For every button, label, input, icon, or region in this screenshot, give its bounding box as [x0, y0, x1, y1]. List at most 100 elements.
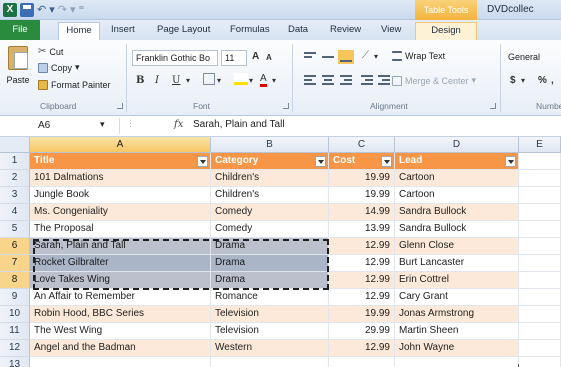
increase-indent-icon[interactable] [378, 75, 390, 85]
align-top-icon[interactable] [304, 52, 316, 62]
table-cell[interactable]: 12.99 [329, 238, 395, 255]
fill-color-icon[interactable] [234, 73, 248, 85]
empty-cell[interactable] [519, 323, 561, 340]
font-name-select[interactable]: Franklin Gothic Bo [132, 50, 218, 66]
currency-dropdown-icon[interactable]: ▾ [521, 76, 525, 85]
table-cell[interactable]: Television [211, 306, 329, 323]
table-cell[interactable]: Children's [211, 187, 329, 204]
table-cell[interactable]: Martin Sheen [395, 323, 519, 340]
align-left-icon[interactable] [304, 75, 316, 85]
empty-cell[interactable] [519, 306, 561, 323]
merge-center-button[interactable]: Merge & Center ▾ [392, 75, 476, 86]
decrease-indent-icon[interactable] [361, 75, 373, 85]
empty-cell[interactable] [519, 204, 561, 221]
copy-button[interactable]: Copy ▾ [38, 62, 80, 73]
filter-dropdown-icon[interactable] [315, 156, 326, 167]
empty-cell[interactable] [519, 238, 561, 255]
table-cell[interactable]: 14.99 [329, 204, 395, 221]
insert-function-button[interactable]: fx [174, 119, 183, 130]
table-cell[interactable]: Western [211, 340, 329, 357]
borders-dropdown-icon[interactable]: ▾ [217, 76, 221, 85]
row-header[interactable]: 10 [0, 306, 30, 323]
grow-font-button[interactable]: A [252, 51, 259, 62]
table-header-cell[interactable]: Lead [395, 153, 519, 170]
table-cell[interactable]: Romance [211, 289, 329, 306]
underline-button[interactable]: U [172, 75, 180, 86]
table-cell[interactable]: An Affair to Remember [30, 289, 211, 306]
table-cell[interactable]: Sandra Bullock [395, 221, 519, 238]
align-center-icon[interactable] [322, 75, 334, 85]
empty-cell[interactable] [519, 170, 561, 187]
paste-button[interactable]: Paste [4, 44, 32, 94]
tab-insert[interactable]: Insert [111, 24, 135, 35]
font-color-button[interactable]: A [260, 73, 267, 87]
customize-qat-icon[interactable]: ⁼ [79, 3, 85, 17]
table-header-cell[interactable]: Title [30, 153, 211, 170]
tab-page-layout[interactable]: Page Layout [157, 24, 210, 35]
alignment-launcher-icon[interactable] [490, 103, 496, 109]
table-cell[interactable]: Cary Grant [395, 289, 519, 306]
table-cell[interactable]: 19.99 [329, 306, 395, 323]
row-header[interactable]: 9 [0, 289, 30, 306]
table-header-cell[interactable]: Category [211, 153, 329, 170]
table-cell[interactable]: Erin Cottrel [395, 272, 519, 289]
row-header[interactable]: 1 [0, 153, 30, 170]
row-header[interactable]: 5 [0, 221, 30, 238]
empty-cell[interactable] [519, 357, 561, 367]
align-right-icon[interactable] [340, 75, 352, 85]
table-cell[interactable]: 12.99 [329, 272, 395, 289]
table-cell[interactable]: Ms. Congeniality [30, 204, 211, 221]
redo-dropdown-icon[interactable]: ▾ [70, 3, 76, 17]
table-cell[interactable]: 12.99 [329, 340, 395, 357]
table-cell[interactable]: Robin Hood, BBC Series [30, 306, 211, 323]
tab-file[interactable]: File [0, 20, 40, 40]
currency-button[interactable]: $ [510, 75, 516, 86]
table-cell[interactable]: Angel and the Badman [30, 340, 211, 357]
cut-button[interactable]: ✂ Cut [38, 46, 63, 57]
table-cell[interactable]: 29.99 [329, 323, 395, 340]
table-cell[interactable]: 19.99 [329, 170, 395, 187]
empty-cell[interactable] [519, 289, 561, 306]
row-header[interactable]: 13 [0, 357, 30, 367]
row-header[interactable]: 3 [0, 187, 30, 204]
table-cell[interactable]: 12.99 [329, 289, 395, 306]
excel-app-icon[interactable]: X [3, 3, 17, 17]
row-header[interactable]: 7 [0, 255, 30, 272]
table-cell[interactable]: Glenn Close [395, 238, 519, 255]
row-header[interactable]: 12 [0, 340, 30, 357]
empty-cell[interactable] [519, 255, 561, 272]
tab-review[interactable]: Review [330, 24, 361, 35]
filter-dropdown-icon[interactable] [197, 156, 208, 167]
orientation-icon[interactable]: ⟋ [362, 50, 369, 61]
empty-cell[interactable] [519, 221, 561, 238]
table-cell[interactable]: Jonas Armstrong [395, 306, 519, 323]
name-box-dropdown-icon[interactable]: ▾ [100, 119, 105, 130]
filter-dropdown-icon[interactable] [381, 156, 392, 167]
table-cell[interactable]: 12.99 [329, 255, 395, 272]
borders-icon[interactable] [203, 73, 215, 85]
underline-dropdown-icon[interactable]: ▾ [186, 76, 190, 85]
bold-button[interactable]: B [136, 75, 144, 86]
comma-style-button[interactable]: , [551, 75, 554, 86]
empty-cell[interactable] [211, 357, 329, 367]
number-format-select[interactable]: General [508, 50, 561, 66]
filter-dropdown-icon[interactable] [505, 156, 516, 167]
undo-dropdown-icon[interactable]: ▾ [49, 3, 55, 17]
font-color-dropdown-icon[interactable]: ▾ [272, 76, 276, 85]
empty-cell[interactable] [395, 357, 519, 367]
table-cell[interactable]: 101 Dalmations [30, 170, 211, 187]
undo-icon[interactable]: ↶ [37, 3, 46, 17]
italic-button[interactable]: I [155, 75, 159, 86]
table-cell[interactable]: Television [211, 323, 329, 340]
tab-home[interactable]: Home [58, 22, 100, 40]
align-bottom-icon[interactable] [338, 50, 354, 64]
table-header-cell[interactable]: Cost [329, 153, 395, 170]
table-cell[interactable]: Comedy [211, 221, 329, 238]
table-cell[interactable]: Cartoon [395, 170, 519, 187]
shrink-font-button[interactable]: A [266, 53, 272, 62]
tab-formulas[interactable]: Formulas [230, 24, 270, 35]
row-header[interactable]: 6 [0, 238, 30, 255]
row-header[interactable]: 2 [0, 170, 30, 187]
table-cell[interactable]: 19.99 [329, 187, 395, 204]
table-cell[interactable]: John Wayne [395, 340, 519, 357]
